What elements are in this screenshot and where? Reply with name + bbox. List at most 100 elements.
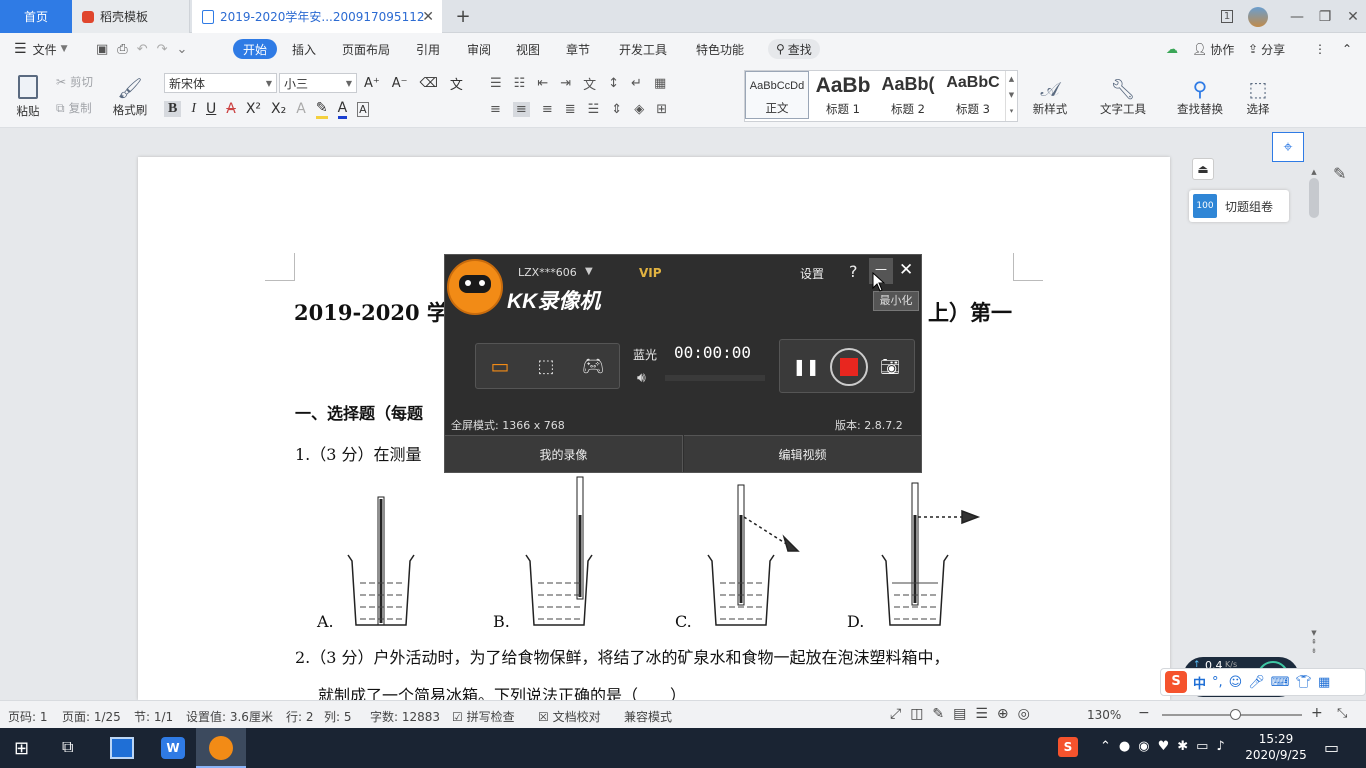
style-heading-3[interactable]: AaBbC 标题 3 xyxy=(941,71,1005,119)
proofread-button[interactable]: ☒ 文档校对 xyxy=(538,708,601,725)
region-mode-icon[interactable]: ⬚ xyxy=(532,352,560,380)
borders-icon[interactable]: ⊞ xyxy=(656,102,667,117)
justify-icon[interactable]: ≣ xyxy=(565,102,576,117)
status-page[interactable]: 页面: 1/25 xyxy=(62,708,121,725)
kk-user[interactable]: LZX***606 xyxy=(518,266,577,279)
close-icon[interactable]: ✕ xyxy=(422,9,434,25)
spell-check-button[interactable]: ☑ 拼写检查 xyxy=(452,708,515,725)
zoom-slider[interactable] xyxy=(1162,709,1302,720)
show-marks-icon[interactable]: ↵ xyxy=(631,76,642,91)
number-list-icon[interactable]: ☷ xyxy=(514,76,526,91)
help-button[interactable]: ? xyxy=(849,262,858,281)
quality-select[interactable]: 蓝光 xyxy=(633,346,657,363)
font-color-icon[interactable]: A xyxy=(337,100,348,119)
format-painter-button[interactable]: 🖌︎ 格式刷 xyxy=(108,71,152,123)
shading-icon[interactable]: ◈ xyxy=(634,102,644,117)
add-tab-button[interactable]: + xyxy=(448,0,478,33)
customize-icon[interactable]: ⌄ xyxy=(177,42,188,57)
table-icon[interactable]: ▦ xyxy=(654,76,666,91)
menu-page-layout[interactable]: 页面布局 xyxy=(342,39,390,59)
superscript-icon[interactable]: X² xyxy=(246,101,261,117)
fullscreen-mode-icon[interactable]: ▭ xyxy=(486,352,514,380)
menu-review[interactable]: 审阅 xyxy=(467,39,491,59)
close-window-icon[interactable]: ✕ xyxy=(1338,0,1366,33)
wps-icon[interactable]: W xyxy=(161,737,185,759)
align-right-icon[interactable]: ≡ xyxy=(542,102,553,117)
sort-icon[interactable]: ↕ xyxy=(608,76,619,91)
scroll-thumb[interactable] xyxy=(1309,178,1319,218)
grow-font-icon[interactable]: A⁺ xyxy=(364,76,380,91)
style-normal[interactable]: AaBbCcDd 正文 xyxy=(745,71,809,119)
strikethrough-icon[interactable]: A xyxy=(226,101,236,117)
window-count-badge[interactable]: 1 xyxy=(1212,0,1242,33)
cut-button[interactable]: ✂ 剪切 xyxy=(56,73,93,91)
more-icon[interactable]: ⋮ xyxy=(1314,39,1326,59)
status-word-count[interactable]: 字数: 12883 xyxy=(370,708,440,725)
edit-video-button[interactable]: 编辑视频 xyxy=(684,435,921,472)
record-button[interactable] xyxy=(830,348,868,386)
style-scroll[interactable]: ▲ ▼ ▾ xyxy=(1005,71,1017,121)
task-view-icon[interactable]: ⧉ xyxy=(62,737,73,757)
volume-icon[interactable]: 🔊︎ xyxy=(637,370,646,386)
save-icon[interactable]: ▣ xyxy=(96,42,108,57)
font-name-select[interactable]: 新宋体 ▼ xyxy=(164,73,277,93)
text-effect-icon[interactable]: A xyxy=(296,101,306,117)
pen-icon[interactable]: ✎ xyxy=(1333,164,1346,183)
bold-icon[interactable]: B xyxy=(164,101,182,117)
navigation-icon[interactable]: ⏏ xyxy=(1192,158,1214,180)
tab-home[interactable]: 首页 xyxy=(0,0,72,33)
menu-special[interactable]: 特色功能 xyxy=(696,39,744,59)
bullet-list-icon[interactable]: ☰ xyxy=(490,76,502,91)
print-icon[interactable]: ⎙ xyxy=(117,42,127,57)
paste-button[interactable]: 粘贴 xyxy=(8,71,48,123)
align-left-icon[interactable]: ≡ xyxy=(490,102,501,117)
settings-button[interactable]: 设置 xyxy=(800,265,824,282)
restore-icon[interactable]: ❐ xyxy=(1310,0,1340,33)
zoom-in-icon[interactable]: + xyxy=(1311,705,1323,721)
app-icon[interactable] xyxy=(110,737,134,759)
highlight-icon[interactable]: ✎ xyxy=(315,100,328,119)
windows-start-icon[interactable]: ⊞ xyxy=(14,738,29,759)
increase-indent-icon[interactable]: ⇥ xyxy=(560,76,571,91)
notification-icon[interactable]: ▭ xyxy=(1324,738,1339,757)
select-button[interactable]: ⬚ 选择 xyxy=(1236,71,1280,123)
tab-document[interactable]: 2019-2020学年安...200917095112 ✕ xyxy=(192,0,442,33)
chinese-layout-icon[interactable]: 文 xyxy=(583,74,596,93)
chevron-down-icon[interactable]: ▼ xyxy=(585,266,593,277)
decrease-indent-icon[interactable]: ⇤ xyxy=(537,76,548,91)
pause-icon[interactable]: ❚❚ xyxy=(793,354,820,378)
gamepad-icon[interactable]: 🎮︎ xyxy=(576,352,610,380)
char-border-icon[interactable]: A xyxy=(357,101,369,117)
zoom-level[interactable]: 130% xyxy=(1087,708,1121,722)
ime-toolbar[interactable]: S 中 °, ☺ 🎤︎ ⌨ 👕︎ ▦ xyxy=(1160,668,1366,696)
italic-icon[interactable]: I xyxy=(191,101,196,117)
menu-dev-tools[interactable]: 开发工具 xyxy=(619,39,667,59)
menu-view[interactable]: 视图 xyxy=(516,39,540,59)
align-center-icon[interactable]: ≡ xyxy=(512,101,530,117)
redo-icon[interactable]: ↷ xyxy=(157,42,168,57)
phonetic-icon[interactable]: 文 xyxy=(450,74,463,93)
kk-recorder-window[interactable]: LZX***606 ▼ VIP 设置 ? — ✕ 最小化 KK录像机 ▭ ⬚ 🎮… xyxy=(444,254,922,473)
distribute-icon[interactable]: ☱ xyxy=(588,102,600,117)
zoom-slider-thumb[interactable] xyxy=(1230,709,1241,720)
cloud-sync-icon[interactable]: ☁ xyxy=(1166,39,1178,59)
tray-icons[interactable]: ⌃●◉♥✱▭♪ xyxy=(1100,739,1233,754)
style-heading-1[interactable]: AaBb 标题 1 xyxy=(811,71,875,119)
font-size-select[interactable]: 小三 ▼ xyxy=(279,73,357,93)
shrink-font-icon[interactable]: A⁻ xyxy=(392,76,408,91)
minimize-icon[interactable]: — xyxy=(1282,0,1312,33)
collab-button[interactable]: 👤︎ 协作 xyxy=(1192,39,1234,59)
tab-daoke[interactable]: 稻壳模板 xyxy=(72,0,190,33)
status-page-code[interactable]: 页码: 1 xyxy=(8,708,48,725)
camera-icon[interactable]: 📷︎ xyxy=(878,354,902,378)
text-tools-button[interactable]: 🔧︎ 文字工具 xyxy=(1092,71,1154,123)
sogou-tray-icon[interactable]: S xyxy=(1058,737,1078,757)
close-icon[interactable]: ✕ xyxy=(899,260,913,280)
line-spacing-icon[interactable]: ⇕ xyxy=(611,102,622,117)
new-style-button[interactable]: 𝒜 新样式 xyxy=(1024,71,1076,123)
avatar[interactable] xyxy=(1243,0,1273,33)
style-heading-2[interactable]: AaBb(标题 2 xyxy=(876,71,940,119)
clear-format-icon[interactable]: ⌫ xyxy=(420,76,438,91)
zoom-out-icon[interactable]: − xyxy=(1138,705,1150,721)
search-button[interactable]: ⚲ 查找 xyxy=(768,39,820,59)
